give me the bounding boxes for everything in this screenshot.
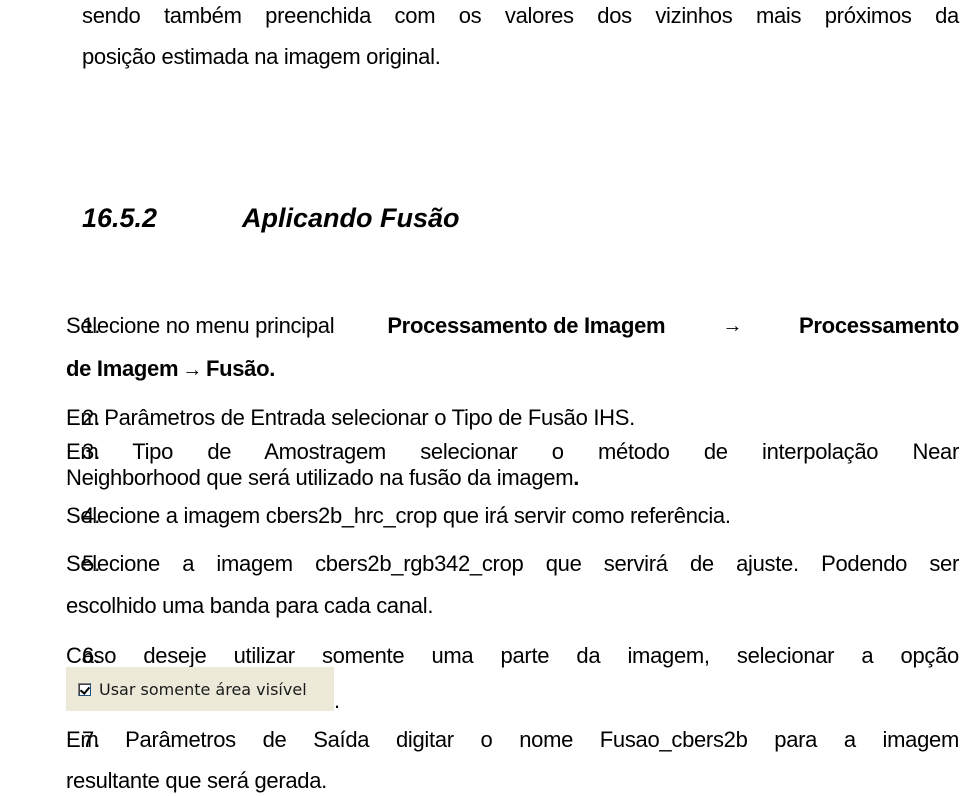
step-4-text: Selecione a imagem cbers2b_hrc_crop que … (66, 503, 731, 528)
step-2-text: Em Parâmetros de Entrada selecionar o Ti… (66, 405, 635, 430)
usar-somente-area-visivel-checkbox[interactable]: Usar somente área visível (66, 667, 334, 711)
step-1-menu-de-imagem: de Imagem (66, 356, 179, 381)
checkbox-checked-icon[interactable] (78, 682, 91, 696)
step-1-line-1: Selecione no menu principal Processament… (66, 313, 959, 339)
intro-line-2: posição estimada na imagem original. (82, 44, 441, 69)
arrow-right-icon: → (722, 315, 743, 337)
section-title: Aplicando Fusão (242, 203, 460, 233)
step-1-prefix: Selecione no menu principal (66, 313, 335, 338)
step-1-menu-fusao: Fusão. (205, 356, 276, 381)
step-6-period: . (334, 688, 340, 713)
section-number: 16.5.2 (82, 203, 158, 233)
intro-line-1: sendo também preenchida com os valores d… (82, 3, 959, 28)
step-7-line-1: Em Parâmetros de Saída digitar o nome Fu… (66, 727, 959, 752)
step-1-menu-processamento: Processamento (799, 313, 959, 338)
step-1-line-2: de Imagem → Fusão. (66, 356, 275, 383)
step-5-line-2: escolhido uma banda para cada canal. (66, 593, 434, 618)
step-6-line-1: Caso deseje utilizar somente uma parte d… (66, 643, 959, 668)
step-7-line-2: resultante que será gerada. (66, 768, 327, 793)
step-3-line-2-text: Neighborhood que será utilizado na fusão… (66, 465, 574, 490)
document-page: sendo também preenchida com os valores d… (0, 0, 960, 796)
step-5-line-1: Selecione a imagem cbers2b_rgb342_crop q… (66, 551, 959, 576)
arrow-right-icon: → (182, 359, 202, 381)
checkbox-label: Usar somente área visível (99, 679, 307, 699)
step-3-period: . (573, 465, 580, 490)
step-1-menu-processamento-de-imagem: Processamento de Imagem (387, 313, 666, 338)
step-3-line-1: Em Tipo de Amostragem selecionar o métod… (66, 439, 959, 464)
step-3-line-2: Neighborhood que será utilizado na fusão… (66, 465, 579, 491)
